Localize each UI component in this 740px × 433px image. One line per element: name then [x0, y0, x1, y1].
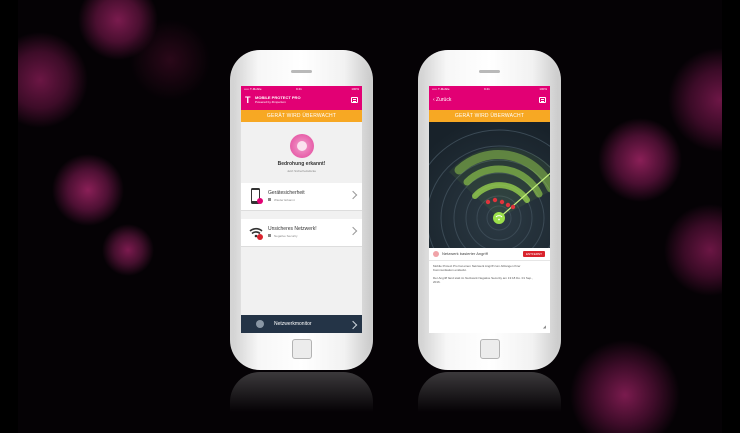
- threat-title: Bedrohung erkannt!: [277, 161, 326, 167]
- attack-description: Mobile Protect Pro hat einen Netzwerk An…: [433, 264, 521, 273]
- alert-dot-icon: [433, 251, 439, 257]
- app-subtitle: Powered by Zimperium: [255, 100, 286, 104]
- home-button[interactable]: [292, 339, 312, 359]
- status-dot-icon: [268, 234, 271, 237]
- wifi-alert-icon: [249, 227, 263, 240]
- threat-subtitle: Jetzt Sicherheitslücke: [286, 169, 316, 173]
- phone-check-icon: [251, 188, 263, 204]
- list-item-insecure-network[interactable]: Unsicheres Netzwerk! Negative Security: [241, 219, 362, 247]
- resize-icon: ◢: [542, 324, 546, 329]
- item-title: Gerätesicherheit: [268, 190, 305, 196]
- phone-left-screen: ••••• T-Mobile 9:41 100% T MOBILE PROTEC…: [241, 86, 362, 333]
- shield-alert-icon: [290, 134, 314, 158]
- monitoring-banner: GERÄT WIRD ÜBERWACHT: [241, 110, 362, 122]
- home-button[interactable]: [480, 339, 500, 359]
- phone-right-screen: ••••• T-Mobile 9:41 100% ‹ Zurück GERÄT …: [429, 86, 550, 333]
- speaker-grille: [291, 70, 312, 73]
- phone-right-reflection: [418, 372, 561, 412]
- phone-right: ••••• T-Mobile 9:41 100% ‹ Zurück GERÄT …: [418, 50, 561, 370]
- phone-left-reflection: [230, 372, 373, 412]
- attack-alert-row[interactable]: Netzwerk basierter Angriff ENTFERNT: [429, 248, 550, 261]
- alert-title: Netzwerk basierter Angriff: [442, 251, 488, 256]
- monitoring-banner: GERÄT WIRD ÜBERWACHT: [429, 110, 550, 122]
- network-monitor-bar[interactable]: Netzwerkmonitor: [241, 315, 362, 333]
- network-monitor-label: Netzwerkmonitor: [274, 321, 312, 327]
- item-status: Wieder Erkannt: [274, 198, 295, 202]
- item-title: Unsicheres Netzwerk!: [268, 226, 317, 232]
- letterbox-left: [0, 0, 18, 433]
- telekom-logo: T: [245, 95, 251, 105]
- list-item-device-security[interactable]: Gerätesicherheit Wieder Erkannt: [241, 183, 362, 211]
- network-radar: [429, 122, 550, 248]
- menu-icon[interactable]: [539, 97, 546, 103]
- back-button[interactable]: ‹ Zurück: [433, 96, 451, 105]
- phone-left: ••••• T-Mobile 9:41 100% T MOBILE PROTEC…: [230, 50, 373, 370]
- chevron-right-icon: [348, 320, 358, 330]
- attack-detail: Der Angriff fand statt im Netzwerk Negat…: [433, 276, 533, 285]
- attack-details-panel: Netzwerk basierter Angriff ENTFERNT Mobi…: [429, 248, 550, 333]
- app-header: T MOBILE PROTECT PRO Powered by Zimperiu…: [241, 92, 362, 110]
- chevron-right-icon: [348, 226, 358, 236]
- app-header: ‹ Zurück: [429, 92, 550, 110]
- speaker-grille: [479, 70, 500, 73]
- letterbox-right: [722, 0, 740, 433]
- status-dot-icon: [268, 198, 271, 201]
- gauge-icon: [256, 320, 264, 328]
- item-status: Negative Security: [274, 234, 298, 238]
- menu-icon[interactable]: [351, 97, 358, 103]
- status-badge: ENTFERNT: [523, 251, 545, 257]
- chevron-right-icon: [348, 190, 358, 200]
